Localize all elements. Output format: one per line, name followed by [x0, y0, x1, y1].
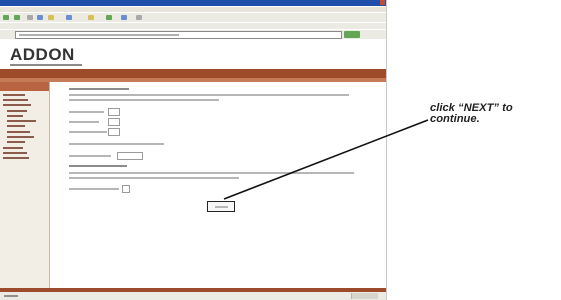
next-callout: click “NEXT” to continue. [430, 102, 513, 125]
callout-pointer [223, 119, 429, 200]
